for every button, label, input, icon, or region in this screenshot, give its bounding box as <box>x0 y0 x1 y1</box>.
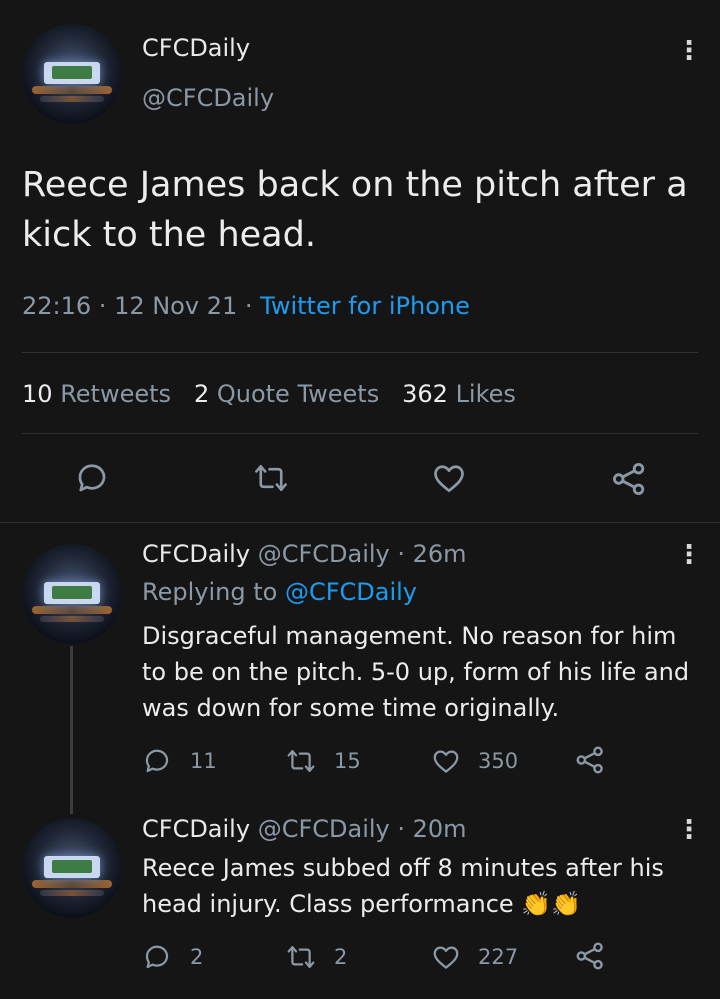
tweet-text: Reece James back on the pitch after a ki… <box>22 165 688 255</box>
reply-avatar[interactable] <box>22 544 122 644</box>
tweet-metadata: 22:16 · 12 Nov 21 · Twitter for iPhone <box>22 292 470 320</box>
retweet-icon[interactable] <box>285 746 317 780</box>
share-icon[interactable] <box>610 460 648 502</box>
tweet-time: 22:16 <box>22 292 92 320</box>
replying-to: Replying to @CFCDaily <box>142 578 417 606</box>
replying-to-handle-link[interactable]: @CFCDaily <box>285 578 417 606</box>
more-options-icon[interactable]: ⋮ <box>676 38 702 64</box>
like-icon[interactable] <box>430 460 468 500</box>
reply-icon[interactable] <box>142 942 172 976</box>
retweet-icon[interactable] <box>285 942 317 976</box>
more-options-icon[interactable]: ⋮ <box>676 542 702 568</box>
quote-tweets-stat[interactable]: 2 Quote Tweets <box>194 380 379 408</box>
reply-text: Disgraceful management. No reason for hi… <box>142 622 690 722</box>
reply-count: 11 <box>190 749 217 773</box>
author-name[interactable]: CFCDaily <box>142 34 250 62</box>
reply-text: Reece James subbed off 8 minutes after h… <box>142 854 664 918</box>
reply-icon[interactable] <box>142 746 172 780</box>
retweets-stat[interactable]: 10 Retweets <box>22 380 171 408</box>
like-icon[interactable] <box>430 942 462 976</box>
reply-author-name[interactable]: CFCDaily <box>142 540 250 568</box>
reply-icon[interactable] <box>74 460 110 500</box>
reply-age: · 20m <box>397 815 467 843</box>
reply-header: CFCDaily @CFCDaily · 20m <box>142 815 467 843</box>
like-count: 227 <box>478 945 519 969</box>
like-count: 350 <box>478 749 519 773</box>
reply-author-name[interactable]: CFCDaily <box>142 815 250 843</box>
reply-age: · 26m <box>397 540 467 568</box>
reply-count: 2 <box>190 945 204 969</box>
divider <box>0 522 720 523</box>
retweet-count: 2 <box>334 945 348 969</box>
share-icon[interactable] <box>574 744 606 780</box>
like-icon[interactable] <box>430 746 462 780</box>
more-options-icon[interactable]: ⋮ <box>676 817 702 843</box>
share-icon[interactable] <box>574 940 606 976</box>
divider <box>22 352 698 353</box>
reply-author-handle[interactable]: @CFCDaily <box>258 815 390 843</box>
author-handle[interactable]: @CFCDaily <box>142 84 274 112</box>
thread-line <box>70 646 73 814</box>
reply-header: CFCDaily @CFCDaily · 26m <box>142 540 467 568</box>
tweet-stats: 10 Retweets 2 Quote Tweets 362 Likes <box>22 380 516 408</box>
author-avatar[interactable] <box>22 24 122 124</box>
tweet-date: 12 Nov 21 <box>114 292 238 320</box>
retweet-count: 15 <box>334 749 361 773</box>
reply-avatar[interactable] <box>22 818 122 918</box>
divider <box>22 433 698 434</box>
retweet-icon[interactable] <box>252 460 290 500</box>
tweet-source-link[interactable]: Twitter for iPhone <box>260 292 470 320</box>
reply-author-handle[interactable]: @CFCDaily <box>258 540 390 568</box>
likes-stat[interactable]: 362 Likes <box>402 380 516 408</box>
